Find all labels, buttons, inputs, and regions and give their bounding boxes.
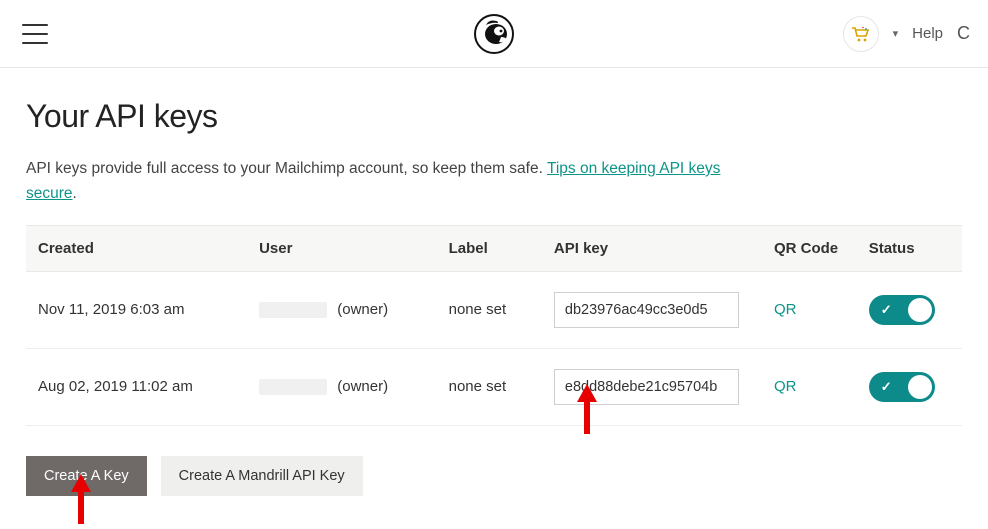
redacted-username (259, 379, 327, 395)
col-header-label: Label (437, 225, 542, 271)
col-header-qr: QR Code (762, 225, 857, 271)
mailchimp-logo[interactable] (474, 14, 514, 54)
main-content: Your API keys API keys provide full acce… (0, 68, 988, 496)
user-role: (owner) (337, 378, 388, 395)
actions-row: Create A Key Create A Mandrill API Key (26, 456, 962, 496)
table-row: Aug 02, 2019 11:02 am (owner) none set Q… (26, 348, 962, 425)
menu-icon[interactable] (22, 24, 48, 44)
status-toggle[interactable]: ✓ (869, 295, 935, 325)
redacted-username (259, 302, 327, 318)
col-header-created: Created (26, 225, 247, 271)
cart-icon[interactable] (843, 16, 879, 52)
qr-link[interactable]: QR (774, 301, 797, 318)
check-icon: ✓ (881, 302, 892, 318)
cell-status: ✓ (857, 271, 962, 348)
cell-qr: QR (762, 271, 857, 348)
page-title: Your API keys (26, 98, 962, 135)
toggle-knob (908, 375, 932, 399)
toggle-knob (908, 298, 932, 322)
chevron-down-icon[interactable]: ▾ (893, 27, 899, 40)
col-header-user: User (247, 225, 437, 271)
api-key-input[interactable] (554, 369, 739, 405)
api-key-input[interactable] (554, 292, 739, 328)
cell-user: (owner) (247, 348, 437, 425)
edge-letter: C (957, 23, 970, 44)
status-toggle[interactable]: ✓ (869, 372, 935, 402)
desc-text: API keys provide full access to your Mai… (26, 160, 547, 177)
cell-apikey (542, 271, 762, 348)
qr-link[interactable]: QR (774, 378, 797, 395)
cell-apikey (542, 348, 762, 425)
user-role: (owner) (337, 301, 388, 318)
create-mandrill-key-button[interactable]: Create A Mandrill API Key (161, 456, 363, 496)
create-key-button[interactable]: Create A Key (26, 456, 147, 496)
page-description: API keys provide full access to your Mai… (26, 157, 746, 207)
api-keys-table: Created User Label API key QR Code Statu… (26, 225, 962, 426)
help-link[interactable]: Help (912, 25, 943, 42)
header-tools: ▾ Help C (843, 16, 970, 52)
cell-user: (owner) (247, 271, 437, 348)
col-header-apikey: API key (542, 225, 762, 271)
check-icon: ✓ (881, 379, 892, 395)
top-bar: ▾ Help C (0, 0, 988, 68)
cell-created: Aug 02, 2019 11:02 am (26, 348, 247, 425)
cell-label[interactable]: none set (437, 271, 542, 348)
desc-tail: . (73, 185, 77, 202)
cell-created: Nov 11, 2019 6:03 am (26, 271, 247, 348)
cell-qr: QR (762, 348, 857, 425)
cell-status: ✓ (857, 348, 962, 425)
table-row: Nov 11, 2019 6:03 am (owner) none set QR… (26, 271, 962, 348)
col-header-status: Status (857, 225, 962, 271)
cell-label[interactable]: none set (437, 348, 542, 425)
